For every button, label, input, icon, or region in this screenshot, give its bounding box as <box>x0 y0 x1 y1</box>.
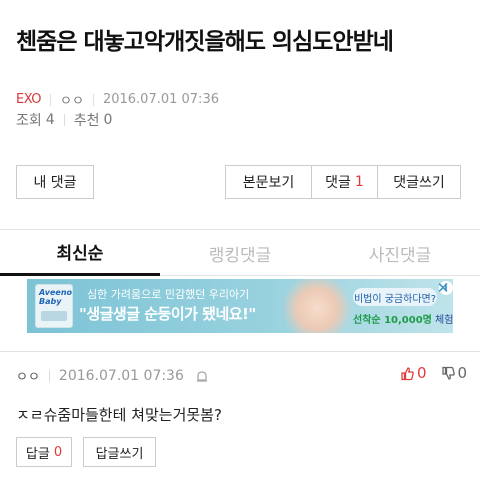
write-reply-button[interactable]: 답글쓰기 <box>83 437 156 467</box>
thumbs-up-icon <box>401 366 414 380</box>
reply-label: 답글 <box>25 446 50 462</box>
reply-count: 0 <box>53 444 63 460</box>
section-divider <box>0 351 480 352</box>
ad-cta-pill[interactable]: 비법이 궁금하다면? <box>353 288 437 306</box>
post-category[interactable]: EXO <box>16 92 42 107</box>
tab-latest[interactable]: 최신순 <box>0 230 160 276</box>
ad-line2: "생글생글 순둥이가 됐네요!" <box>79 305 256 323</box>
ad-subtext: 선착순 10,000명 체험키트 <box>353 311 453 326</box>
upvote-button[interactable]: 0 <box>400 364 427 382</box>
views-count: 4 <box>45 112 55 128</box>
write-comment-button[interactable]: 댓글쓰기 <box>377 166 460 198</box>
post-stats: 조회 4 추천 0 <box>16 110 112 130</box>
post-action-group: 본문보기 댓글 1 댓글쓰기 <box>225 165 461 199</box>
divider <box>50 93 52 106</box>
tab-photo[interactable]: 사진댓글 <box>320 230 480 276</box>
thumbs-down-icon <box>441 366 455 380</box>
product-image: Aveeno Baby <box>35 284 73 328</box>
ad-baby-image <box>277 279 357 333</box>
comments-button[interactable]: 댓글 1 <box>311 166 377 198</box>
post-meta: EXO ㅇㅇ 2016.07.01 07:36 <box>16 90 219 109</box>
reply-button[interactable]: 답글 0 <box>16 437 72 467</box>
tab-ranking[interactable]: 랭킹댓글 <box>160 230 320 276</box>
likes-count: 0 <box>103 112 113 128</box>
divider <box>92 93 94 106</box>
comment-datetime: 2016.07.01 07:36 <box>58 367 184 384</box>
ad-brand: Aveeno Baby <box>39 288 73 306</box>
downvote-button[interactable]: 0 <box>441 364 468 382</box>
product-label <box>41 311 67 321</box>
divider <box>63 114 65 126</box>
likes-label: 추천 <box>73 113 100 129</box>
ad-sub-suffix: 체험키트 <box>435 315 453 326</box>
comment-votes: 0 0 <box>400 364 467 382</box>
divider <box>48 369 50 382</box>
comments-label: 댓글 <box>325 175 351 191</box>
upvote-count: 0 <box>417 364 427 382</box>
ad-close-icon[interactable]: ✕ <box>435 279 451 297</box>
report-icon[interactable] <box>196 370 208 382</box>
view-post-button[interactable]: 본문보기 <box>226 166 311 198</box>
comment-meta: ㅇㅇ 2016.07.01 07:36 <box>16 366 208 385</box>
comments-count: 1 <box>354 174 364 190</box>
post-author: ㅇㅇ <box>60 94 84 109</box>
downvote-count: 0 <box>457 364 468 382</box>
ad-sub-highlight: 선착순 10,000명 <box>353 315 432 326</box>
post-datetime: 2016.07.01 07:36 <box>102 92 219 107</box>
comment-text: ㅈㄹ슈줌마들한테 쳐맞는거못봄? <box>16 406 222 424</box>
ad-banner[interactable]: Aveeno Baby 심한 가려움으로 민감했던 우리아기 "생글생글 순둥이… <box>27 279 453 333</box>
views-label: 조회 <box>16 113 42 129</box>
comment-sort-tabs: 최신순 랭킹댓글 사진댓글 <box>0 229 480 276</box>
my-comments-button[interactable]: 내 댓글 <box>16 165 94 199</box>
comment-author: ㅇㅇ <box>16 370 40 385</box>
ad-line1: 심한 가려움으로 민감했던 우리아기 <box>87 288 250 301</box>
post-title: 첸줌은 대놓고악개짓을해도 의심도안받네 <box>16 29 394 55</box>
